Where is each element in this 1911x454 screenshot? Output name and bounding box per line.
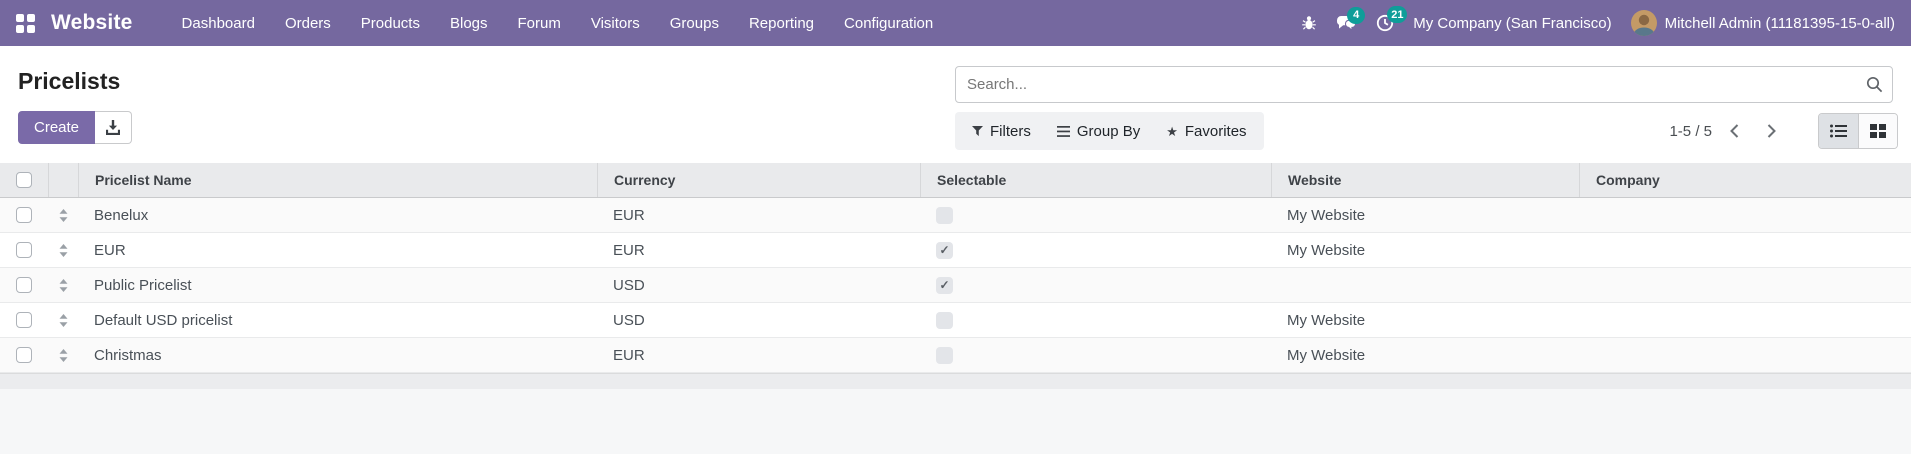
drag-handle-icon[interactable] xyxy=(59,313,68,327)
pager-range-label: 1-5 / 5 xyxy=(1669,122,1712,140)
messages-count-badge: 4 xyxy=(1347,6,1366,24)
row-checkbox[interactable] xyxy=(16,207,32,223)
list-view-icon xyxy=(1830,124,1847,138)
pager-previous-button[interactable] xyxy=(1720,118,1749,144)
table-row[interactable]: EUR EUR My Website xyxy=(0,233,1911,268)
col-header-currency[interactable]: Currency xyxy=(597,163,920,197)
cell-currency: EUR xyxy=(613,346,645,364)
pager: 1-5 / 5 xyxy=(1669,112,1898,150)
company-switcher[interactable]: My Company (San Francisco) xyxy=(1413,15,1611,32)
group-by-button[interactable]: Group By xyxy=(1044,112,1153,150)
cell-pricelist-name: Christmas xyxy=(94,346,162,364)
menu-blogs[interactable]: Blogs xyxy=(435,0,503,46)
export-button[interactable] xyxy=(95,111,133,144)
cell-currency: EUR xyxy=(613,241,645,259)
selectable-checkbox xyxy=(936,276,953,294)
user-avatar xyxy=(1630,10,1657,36)
col-header-company[interactable]: Company xyxy=(1579,163,1911,197)
activities-clock-icon[interactable]: 21 xyxy=(1376,6,1408,32)
table-row[interactable]: Christmas EUR My Website xyxy=(0,338,1911,373)
cell-website: My Website xyxy=(1287,241,1366,259)
view-switcher xyxy=(1818,113,1898,149)
cell-currency: USD xyxy=(613,276,645,294)
app-brand[interactable]: Website xyxy=(51,11,133,35)
menu-visitors[interactable]: Visitors xyxy=(576,0,655,46)
handle-column-header xyxy=(48,163,78,197)
activities-count-badge: 21 xyxy=(1387,6,1408,23)
cell-website: My Website xyxy=(1287,346,1366,364)
cell-currency: USD xyxy=(613,311,645,329)
table-header-row: Pricelist Name Currency Selectable Websi… xyxy=(0,163,1911,198)
cell-pricelist-name: Benelux xyxy=(94,206,149,224)
user-menu[interactable]: Mitchell Admin (11181395-15-0-all) xyxy=(1630,10,1895,36)
drag-handle-icon[interactable] xyxy=(59,243,68,257)
favorites-label: Favorites xyxy=(1184,122,1247,140)
create-button[interactable]: Create xyxy=(18,111,96,144)
top-navbar: Website Dashboard Orders Products Blogs … xyxy=(0,0,1911,46)
drag-handle-icon[interactable] xyxy=(59,278,68,292)
messages-icon[interactable]: 4 xyxy=(1336,6,1366,32)
menu-reporting[interactable]: Reporting xyxy=(734,0,829,46)
search-input[interactable] xyxy=(955,66,1893,103)
menu-forum[interactable]: Forum xyxy=(503,0,576,46)
col-header-website[interactable]: Website xyxy=(1271,163,1579,197)
content-background xyxy=(0,389,1911,454)
action-buttons: Create xyxy=(18,111,133,144)
kanban-view-button[interactable] xyxy=(1858,114,1897,148)
row-checkbox[interactable] xyxy=(16,277,32,293)
pricelists-table: Pricelist Name Currency Selectable Websi… xyxy=(0,163,1911,373)
table-row[interactable]: Default USD pricelist USD My Website xyxy=(0,303,1911,338)
pager-next-button[interactable] xyxy=(1757,118,1786,144)
kanban-view-icon xyxy=(1870,124,1886,138)
cell-pricelist-name: Public Pricelist xyxy=(94,276,192,294)
navbar-systray: 4 21 My Company (San Francisco) Mitchell… xyxy=(1301,6,1895,36)
star-icon: ★ xyxy=(1166,123,1178,139)
table-body: Benelux EUR My Website EUR EUR My Websit… xyxy=(0,198,1911,373)
group-by-label: Group By xyxy=(1076,122,1141,140)
cell-website: My Website xyxy=(1287,206,1366,224)
menu-configuration[interactable]: Configuration xyxy=(829,0,948,46)
menu-orders[interactable]: Orders xyxy=(270,0,346,46)
page-title: Pricelists xyxy=(18,68,121,94)
selectable-checkbox xyxy=(936,346,953,364)
user-name-label: Mitchell Admin (11181395-15-0-all) xyxy=(1664,14,1895,32)
selectable-checkbox xyxy=(936,241,953,259)
menu-groups[interactable]: Groups xyxy=(655,0,734,46)
filter-funnel-icon xyxy=(972,125,983,136)
row-checkbox[interactable] xyxy=(16,312,32,328)
select-all-checkbox[interactable] xyxy=(16,172,32,188)
drag-handle-icon[interactable] xyxy=(59,348,68,362)
filters-label: Filters xyxy=(990,122,1031,140)
row-checkbox[interactable] xyxy=(16,242,32,258)
selectable-checkbox xyxy=(936,311,953,329)
cell-website: My Website xyxy=(1287,311,1366,329)
table-footer xyxy=(0,373,1911,389)
control-panel: Pricelists Create Filters xyxy=(0,46,1911,163)
table-row[interactable]: Benelux EUR My Website xyxy=(0,198,1911,233)
debug-bug-icon[interactable] xyxy=(1301,15,1317,31)
drag-handle-icon[interactable] xyxy=(59,208,68,222)
menu-dashboard[interactable]: Dashboard xyxy=(167,0,270,46)
search-icon[interactable] xyxy=(1866,76,1883,93)
table-row[interactable]: Public Pricelist USD xyxy=(0,268,1911,303)
main-menu: Dashboard Orders Products Blogs Forum Vi… xyxy=(167,0,949,46)
col-header-selectable[interactable]: Selectable xyxy=(920,163,1271,197)
cell-currency: EUR xyxy=(613,206,645,224)
filters-button[interactable]: Filters xyxy=(959,112,1044,150)
favorites-button[interactable]: ★ Favorites xyxy=(1153,112,1259,150)
selectable-checkbox xyxy=(936,206,953,224)
cell-pricelist-name: EUR xyxy=(94,241,126,259)
search-options-bar: Filters Group By ★ Favorites xyxy=(955,112,1264,150)
search-bar xyxy=(955,66,1893,103)
menu-products[interactable]: Products xyxy=(346,0,435,46)
list-view-button[interactable] xyxy=(1819,114,1858,148)
col-header-pricelist-name[interactable]: Pricelist Name xyxy=(78,163,597,197)
group-by-bars-icon xyxy=(1056,125,1070,137)
apps-menu-icon[interactable] xyxy=(16,13,35,33)
row-checkbox[interactable] xyxy=(16,347,32,363)
cell-pricelist-name: Default USD pricelist xyxy=(94,311,233,329)
download-icon xyxy=(106,120,121,135)
